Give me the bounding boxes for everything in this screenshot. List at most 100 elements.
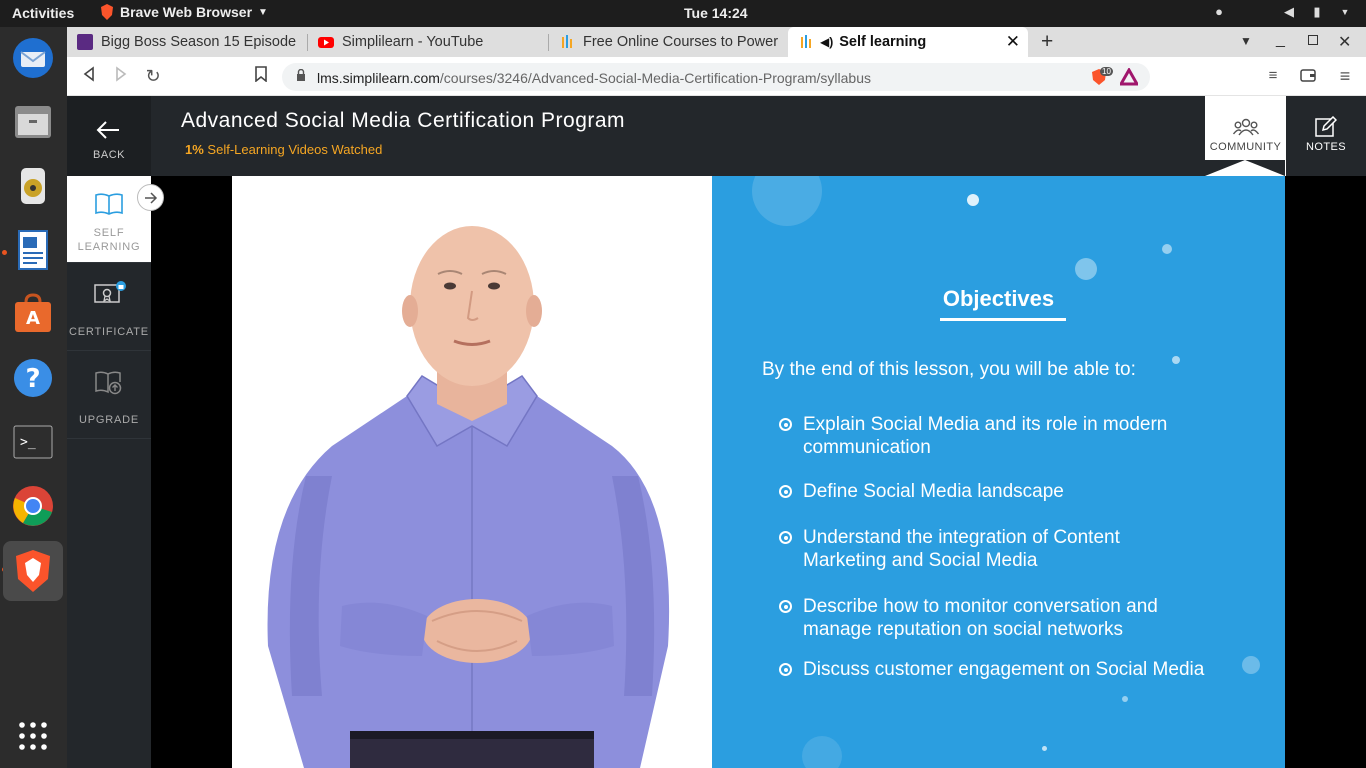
objective-item: Explain Social Media and its role in mod…	[779, 413, 1243, 459]
slide-title-underline	[940, 318, 1066, 321]
menu-icon[interactable]: ≡	[1335, 66, 1355, 86]
bullet-icon	[779, 418, 792, 431]
progress-label: Self-Learning Videos Watched	[207, 142, 383, 157]
expand-sidebar-button[interactable]	[137, 184, 164, 211]
reload-icon[interactable]: ↻	[143, 66, 163, 86]
tab-title: Self learning	[839, 34, 927, 50]
bullet-icon	[779, 663, 792, 676]
arrow-left-icon	[96, 121, 119, 139]
playlist-icon[interactable]: ≡	[1263, 66, 1283, 86]
thunderbird-icon[interactable]	[8, 33, 58, 83]
voot-icon	[77, 34, 93, 50]
back-icon[interactable]	[79, 66, 99, 86]
activities-button[interactable]: Activities	[12, 5, 74, 21]
arrow-right-icon	[144, 191, 157, 204]
notes-button[interactable]: NOTES	[1286, 96, 1366, 176]
app-menu[interactable]: Brave Web Browser ▼	[100, 4, 268, 20]
objective-item: Describe how to monitor conversation and…	[779, 595, 1213, 641]
presenter-video-frame	[232, 176, 712, 768]
chrome-icon[interactable]	[8, 481, 58, 531]
bokeh-dot	[1075, 258, 1097, 280]
maximize-icon[interactable]	[1308, 35, 1318, 45]
app-menu-label: Brave Web Browser	[120, 4, 253, 20]
url-host: lms.simplilearn.com	[317, 70, 440, 86]
objective-item: Understand the integration of Content Ma…	[779, 526, 1203, 572]
address-bar[interactable]: lms.simplilearn.com/courses/3246/Advance…	[282, 63, 1150, 91]
edit-icon	[1315, 116, 1337, 137]
clock[interactable]: Tue 14:24	[684, 5, 748, 21]
tab-simplilearn-youtube[interactable]: Simplilearn - YouTube	[308, 27, 546, 57]
simplilearn-icon	[798, 34, 814, 50]
microphone-icon[interactable]: ●	[1212, 4, 1226, 20]
forward-icon[interactable]	[111, 66, 131, 86]
tab-self-learning[interactable]: ◀) Self learning ✕	[788, 27, 1028, 57]
app-grid-icon[interactable]	[8, 711, 58, 761]
bokeh-dot	[752, 176, 822, 226]
rhythmbox-icon[interactable]	[8, 161, 58, 211]
course-sidebar: SELF LEARNING CERTIFICATE UPGRADE	[67, 176, 151, 768]
chevron-down-icon[interactable]: ▼	[1338, 4, 1352, 20]
bokeh-dot	[1042, 746, 1047, 751]
shields-count-badge: 10	[1100, 67, 1113, 76]
sidebar-label: UPGRADE	[79, 414, 139, 426]
new-tab-button[interactable]: +	[1041, 30, 1053, 54]
sidebar-item-upgrade[interactable]: UPGRADE	[67, 351, 151, 439]
url-text[interactable]: lms.simplilearn.com/courses/3246/Advance…	[317, 70, 871, 86]
tab-title: Simplilearn - YouTube	[342, 34, 484, 50]
presenter-figure	[267, 226, 670, 768]
lock-icon[interactable]	[296, 68, 306, 85]
objective-item: Discuss customer engagement on Social Me…	[779, 658, 1273, 681]
bokeh-dot	[1172, 356, 1180, 364]
community-notch	[1205, 160, 1285, 176]
tab-title: Free Online Courses to Power	[583, 34, 779, 50]
course-header: BACK Advanced Social Media Certification…	[67, 96, 1366, 176]
minimize-icon[interactable]: _	[1276, 31, 1285, 49]
terminal-icon[interactable]: >_	[8, 417, 58, 467]
upgrade-icon	[95, 371, 122, 395]
audio-playing-icon[interactable]: ◀)	[820, 35, 833, 49]
wallet-icon[interactable]	[1298, 66, 1318, 86]
bookmark-icon[interactable]	[251, 66, 271, 86]
toolbar: ↻ lms.simplilearn.com/courses/3246/Advan…	[67, 57, 1366, 96]
help-icon[interactable]: ?	[8, 353, 58, 403]
simplilearn-icon	[559, 34, 575, 50]
chevron-down-icon: ▼	[258, 6, 268, 18]
brave-icon	[101, 4, 113, 20]
system-tray[interactable]: ● ◀ ▮ ▼	[1212, 4, 1352, 20]
bullet-icon	[779, 485, 792, 498]
bokeh-dot	[967, 194, 979, 206]
battery-icon[interactable]: ▮	[1310, 4, 1324, 20]
back-button[interactable]: BACK	[67, 96, 151, 176]
tab-strip: Bigg Boss Season 15 Episode Simplilearn …	[67, 27, 1366, 57]
objective-text: Explain Social Media and its role in mod…	[803, 414, 1168, 458]
software-center-icon[interactable]: A	[8, 289, 58, 339]
video-player[interactable]: Objectives By the end of this lesson, yo…	[232, 176, 1285, 768]
bokeh-dot	[802, 736, 842, 768]
course-title: Advanced Social Media Certification Prog…	[181, 109, 626, 132]
brave-rewards-icon[interactable]	[1118, 66, 1140, 91]
tab-search-chevron-icon[interactable]: ▼	[1240, 34, 1252, 48]
sidebar-label: SELF	[93, 227, 125, 239]
objective-text: Understand the integration of Content Ma…	[803, 527, 1120, 571]
tab-free-online-courses[interactable]: Free Online Courses to Power	[549, 27, 785, 57]
tab-bigg-boss[interactable]: Bigg Boss Season 15 Episode	[67, 27, 305, 57]
slide-title: Objectives	[942, 286, 1055, 311]
close-window-icon[interactable]: ✕	[1338, 32, 1351, 52]
browser-window: Bigg Boss Season 15 Episode Simplilearn …	[67, 27, 1366, 768]
page-content: BACK Advanced Social Media Certification…	[67, 96, 1366, 768]
writer-icon[interactable]	[8, 225, 58, 275]
close-icon[interactable]: ✕	[1006, 32, 1020, 52]
brave-icon[interactable]	[3, 541, 63, 601]
sidebar-item-certificate[interactable]: CERTIFICATE	[67, 263, 151, 351]
bokeh-dot	[1122, 696, 1128, 702]
files-icon[interactable]	[8, 97, 58, 147]
volume-icon[interactable]: ◀	[1282, 4, 1296, 20]
objective-text: Describe how to monitor conversation and…	[803, 596, 1158, 640]
brave-shields-icon[interactable]: 10	[1090, 67, 1113, 91]
wifi-icon[interactable]	[1240, 4, 1268, 20]
dock: A ? >_	[0, 27, 67, 768]
objectives-slide: Objectives By the end of this lesson, yo…	[712, 176, 1285, 768]
system-top-bar: Activities Brave Web Browser ▼ Tue 14:24…	[0, 0, 1366, 27]
notes-label: NOTES	[1306, 141, 1346, 153]
progress-text: 1% Self-Learning Videos Watched	[185, 142, 382, 157]
